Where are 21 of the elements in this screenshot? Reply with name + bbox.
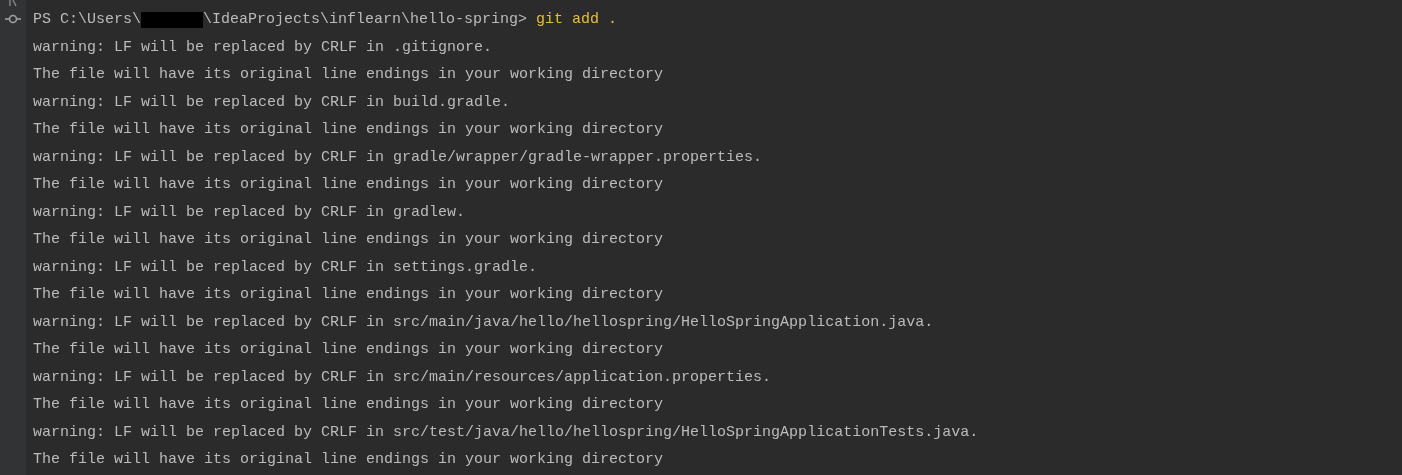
command-text: git add . <box>536 10 618 30</box>
output-line: The file will have its original line endings in your working directory <box>33 450 665 470</box>
output-line: warning: LF will be replaced by CRLF in settings.gradle. <box>33 257 539 278</box>
prompt-path: PS C:\Users\ <box>33 10 142 30</box>
commit-icon[interactable] <box>5 14 21 24</box>
output-line: The file will have its original line endings in your working directory <box>33 120 665 140</box>
output-line: warning: LF will be replaced by CRLF in .gitignore. <box>33 37 494 58</box>
output-line: The file will have its original line endings in your working directory <box>33 395 665 415</box>
output-line: The file will have its original line endings in your working directory <box>33 230 665 250</box>
output-line: warning: LF will be replaced by CRLF in gradlew. <box>33 202 467 223</box>
prompt-path: \IdeaProjects\inflearn\hello-spring> <box>203 10 529 30</box>
output-line: warning: LF will be replaced by CRLF in build.gradle. <box>33 92 512 113</box>
output-line: warning: LF will be replaced by CRLF in src/test/java/hello/hellospring/HelloSpringApplicationTests.java. <box>33 422 979 443</box>
output-line: warning: LF will be replaced by CRLF in src/main/resources/application.properties. <box>33 367 773 388</box>
output-line: The file will have its original line endings in your working directory <box>33 340 665 360</box>
output-line: warning: LF will be replaced by CRLF in gradle/wrapper/gradle-wrapper.properties. <box>33 147 764 168</box>
output-line: warning: LF will be replaced by CRLF in src/main/java/hello/hellospring/HelloSpringApplication.java. <box>33 312 935 333</box>
output-line: The file will have its original line endings in your working directory <box>33 175 665 195</box>
output-line: The file will have its original line endings in your working directory <box>33 285 665 305</box>
output-line: The file will have its original line endings in your working directory <box>33 65 665 85</box>
redaction-bar <box>141 11 204 28</box>
